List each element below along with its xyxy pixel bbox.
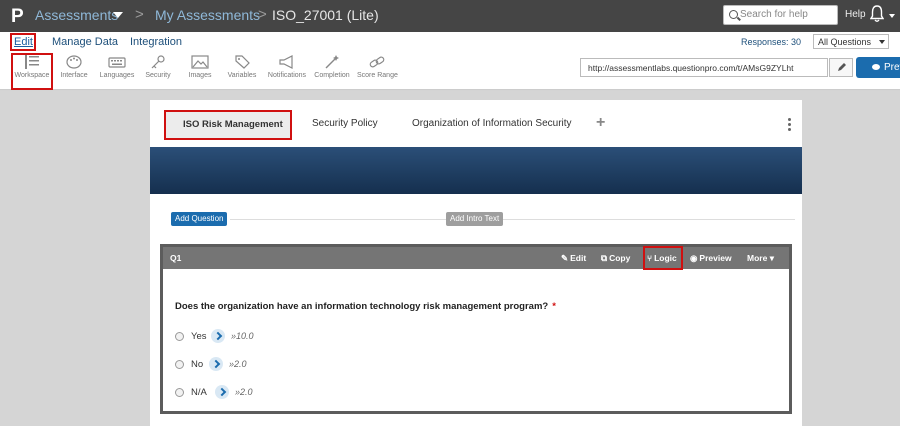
breadcrumb-current: ISO_27001 (Lite): [272, 7, 379, 23]
edit-question-button[interactable]: ✎ Edit: [561, 253, 586, 264]
question-filter-select[interactable]: All Questions: [813, 34, 889, 49]
tool-notifications[interactable]: Notifications: [265, 55, 309, 79]
edit-label: Edit: [570, 253, 587, 263]
tab-security-policy[interactable]: Security Policy: [312, 118, 378, 129]
eye-icon: ◉: [690, 253, 698, 263]
add-tab-button[interactable]: +: [596, 114, 605, 132]
app-logo[interactable]: P: [11, 6, 24, 28]
breadcrumb-separator: >: [135, 6, 144, 23]
image-icon: [191, 55, 209, 69]
help-search-placeholder: Search for help: [740, 9, 808, 20]
question-block: Q1 ✎ Edit ⧉ Copy ⑂ Logic ◉ Preview More ▾ Do…: [160, 244, 792, 414]
tool-completion[interactable]: Completion: [313, 55, 351, 79]
link-icon: [369, 56, 385, 68]
tool-security[interactable]: Security: [143, 55, 173, 79]
option-score: »2.0: [229, 359, 247, 369]
more-options-icon[interactable]: [788, 118, 791, 131]
question-number: Q1: [170, 253, 182, 263]
survey-card: ISO Risk Management Security Policy Orga…: [150, 100, 802, 426]
tool-label: Interface: [60, 72, 88, 79]
preview-question-button[interactable]: ◉ Preview: [690, 253, 732, 264]
chevron-right-icon[interactable]: [215, 385, 229, 399]
magic-wand-icon: [325, 55, 339, 69]
search-icon: [729, 10, 738, 19]
question-text-value: Does the organization have an informatio…: [175, 301, 549, 312]
breadcrumb-my-assessments[interactable]: My Assessments: [155, 7, 260, 23]
survey-url-field[interactable]: http://assessmentlabs.questionpro.com/t/…: [580, 58, 828, 77]
add-question-button[interactable]: Add Question: [171, 212, 228, 226]
top-bar: P Assessments > My Assessments > ISO_270…: [0, 0, 900, 32]
section-tabs: ISO Risk Management Security Policy Orga…: [150, 100, 802, 148]
palette-icon: [66, 55, 82, 69]
survey-url-value: http://assessmentlabs.questionpro.com/t/…: [588, 63, 794, 73]
preview-button-label: Prev: [884, 62, 900, 73]
help-search-input[interactable]: Search for help: [723, 5, 838, 25]
more-label: More: [747, 253, 768, 263]
radio-na[interactable]: [175, 388, 184, 397]
tool-label: Score Range: [357, 72, 398, 79]
radio-no[interactable]: [175, 360, 184, 369]
copy-label: Copy: [609, 253, 631, 263]
notifications-caret-icon[interactable]: [889, 14, 895, 18]
tool-label: Languages: [99, 72, 135, 79]
question-text: Does the organization have an informatio…: [175, 301, 556, 312]
divider: [230, 219, 795, 220]
copy-icon: ⧉: [601, 253, 608, 263]
responses-count: Responses: 30: [741, 37, 802, 47]
toolbar: Workspace Interface Languages Security I…: [0, 52, 900, 90]
tool-label: Variables: [227, 72, 257, 79]
pencil-icon: ✎: [561, 253, 569, 263]
chevron-right-icon[interactable]: [209, 357, 223, 371]
chevron-right-icon[interactable]: [211, 329, 225, 343]
survey-header-banner: [150, 147, 802, 194]
menu-integration[interactable]: Integration: [130, 36, 182, 48]
highlight-box: [10, 33, 36, 51]
tool-languages[interactable]: Languages: [98, 55, 136, 79]
question-filter-value: All Questions: [818, 37, 872, 47]
chevron-down-icon: ▾: [769, 253, 774, 263]
tool-images[interactable]: Images: [185, 55, 215, 79]
pencil-icon: [838, 63, 846, 71]
highlight-box: [11, 53, 53, 90]
menu-bar: Edit Manage Data Integration Responses: …: [0, 32, 900, 52]
preview-button[interactable]: Prev: [856, 57, 900, 78]
menu-manage-data[interactable]: Manage Data: [52, 36, 118, 48]
megaphone-icon: [279, 55, 293, 69]
option-score: »2.0: [235, 387, 253, 397]
more-menu-button[interactable]: More ▾: [747, 253, 774, 264]
breadcrumb-assessments[interactable]: Assessments: [35, 7, 118, 23]
option-label: No: [191, 359, 204, 370]
key-icon: [151, 55, 165, 69]
highlight-box: [643, 246, 683, 270]
option-score: »10.0: [231, 331, 254, 341]
tab-organization-of-information-security[interactable]: Organization of Information Security: [412, 118, 572, 129]
question-header: Q1 ✎ Edit ⧉ Copy ⑂ Logic ◉ Preview More ▾: [163, 246, 789, 270]
chevron-down-icon[interactable]: [113, 12, 123, 18]
add-intro-text-button[interactable]: Add Intro Text: [446, 212, 504, 226]
chevron-down-icon: [879, 40, 885, 44]
tool-label: Images: [188, 72, 212, 79]
required-mark: *: [552, 301, 556, 312]
tag-icon: [235, 55, 250, 69]
keyboard-icon: [108, 57, 126, 68]
edit-url-button[interactable]: [829, 58, 853, 77]
tool-label: Completion: [314, 72, 350, 79]
tool-variables[interactable]: Variables: [225, 55, 259, 79]
tool-score-range[interactable]: Score Range: [357, 55, 398, 79]
bell-icon[interactable]: [870, 5, 884, 23]
eye-icon: [872, 64, 880, 70]
option-label: N/A: [191, 387, 207, 398]
tool-interface[interactable]: Interface: [57, 55, 91, 79]
preview-label: Preview: [699, 253, 732, 263]
radio-yes[interactable]: [175, 332, 184, 341]
copy-question-button[interactable]: ⧉ Copy: [601, 253, 630, 264]
tool-label: Notifications: [267, 72, 307, 79]
breadcrumb-separator: >: [258, 6, 267, 23]
highlight-box: [164, 110, 292, 140]
help-link[interactable]: Help: [845, 9, 866, 20]
option-label: Yes: [191, 331, 207, 342]
tool-label: Security: [145, 72, 171, 79]
